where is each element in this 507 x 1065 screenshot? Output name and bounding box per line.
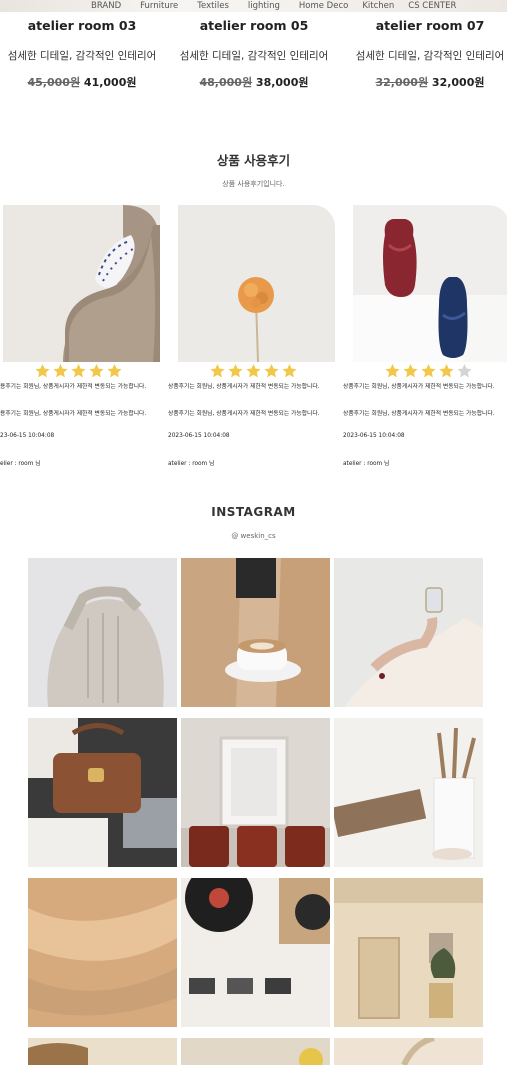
nav-item-furniture[interactable]: Furniture xyxy=(140,0,178,12)
instagram-post-perfume[interactable] xyxy=(334,558,483,707)
nav-item-home-deco[interactable]: Home Deco xyxy=(299,0,348,12)
product-description: 섬세한 디테일, 감각적인 인테리어 xyxy=(7,50,157,62)
instagram-handle[interactable]: @ weskin_cs xyxy=(0,532,507,540)
nav-menu: BRAND Furniture Textiles lighting Home D… xyxy=(91,0,475,12)
instagram-title: INSTAGRAM xyxy=(211,505,296,519)
review-text: 상품후기는 회원님, 상품게시자가 제한적 변동되는 가능합니다. xyxy=(343,411,495,417)
nav-item-cs-center[interactable]: CS CENTER xyxy=(408,0,456,12)
star-icon xyxy=(89,364,104,378)
star-icon xyxy=(385,364,400,378)
product-sale-price: 32,000원 xyxy=(431,76,485,89)
review-image-flower[interactable] xyxy=(178,205,335,362)
review-author: elier : room 님 xyxy=(0,461,41,467)
star-icon xyxy=(35,364,50,378)
instagram-post-house[interactable] xyxy=(334,878,483,1027)
star-icon xyxy=(264,364,279,378)
product-sale-price: 41,000원 xyxy=(83,76,137,89)
instagram-post-silk[interactable] xyxy=(28,878,177,1027)
top-navigation: BRAND Furniture Textiles lighting Home D… xyxy=(0,0,507,12)
nav-item-lighting[interactable]: lighting xyxy=(248,0,280,12)
instagram-post-coffee[interactable] xyxy=(181,558,330,707)
star-icon xyxy=(421,364,436,378)
instagram-post-bag[interactable] xyxy=(28,718,177,867)
star-icon xyxy=(71,364,86,378)
review-author: atelier : room 님 xyxy=(168,461,215,467)
instagram-post-fruit[interactable] xyxy=(181,1038,330,1065)
reviews-title: 상품 사용후기 xyxy=(216,153,291,168)
review-text: 용후기는 회원님, 상품게시자가 제한적 변동되는 가능합니다. xyxy=(0,384,147,390)
instagram-post-kitchen[interactable] xyxy=(334,718,483,867)
product-price: 45,000원 41,000원 xyxy=(0,74,164,90)
product-old-price: 48,000원 xyxy=(199,76,253,89)
nav-item-brand[interactable]: BRAND xyxy=(91,0,121,12)
review-author: atelier : room 님 xyxy=(343,461,390,467)
instagram-post-vinyl[interactable] xyxy=(181,878,330,1027)
rating-stars xyxy=(384,363,484,379)
star-icon xyxy=(228,364,243,378)
nav-item-kitchen[interactable]: Kitchen xyxy=(362,0,394,12)
reviews-subtitle: 상품 사용후기입니다. xyxy=(222,180,285,188)
review-image-vases[interactable] xyxy=(353,205,507,362)
instagram-post-frame[interactable] xyxy=(181,718,330,867)
review-text: 상품후기는 회원님, 상품게시자가 제한적 변동되는 가능합니다. xyxy=(168,411,320,417)
star-icon xyxy=(457,364,472,378)
rating-stars xyxy=(34,363,134,379)
star-icon xyxy=(439,364,454,378)
review-text: 용후기는 회원님, 상품게시자가 제한적 변동되는 가능합니다. xyxy=(0,411,147,417)
review-text: 상품후기는 회원님, 상품게시자가 제한적 변동되는 가능합니다. xyxy=(343,384,495,390)
instagram-post-basket[interactable] xyxy=(28,1038,177,1065)
star-icon xyxy=(403,364,418,378)
instagram-post-sweater[interactable] xyxy=(28,558,177,707)
review-text: 상품후기는 회원님, 상품게시자가 제한적 변동되는 가능합니다. xyxy=(168,384,320,390)
product-old-price: 45,000원 xyxy=(27,76,81,89)
product-name[interactable]: atelier room 03 xyxy=(0,18,164,33)
product-description: 섬세한 디테일, 감각적인 인테리어 xyxy=(355,50,505,62)
star-icon xyxy=(107,364,122,378)
product-description: 섬세한 디테일, 감각적인 인테리어 xyxy=(179,50,329,62)
star-icon xyxy=(246,364,261,378)
star-icon xyxy=(210,364,225,378)
product-old-price: 32,000원 xyxy=(375,76,429,89)
product-sale-price: 38,000원 xyxy=(255,76,309,89)
instagram-post-pampas[interactable] xyxy=(334,1038,483,1065)
review-date: 23-06-15 10:04:08 xyxy=(0,433,55,439)
star-icon xyxy=(282,364,297,378)
product-name[interactable]: atelier room 05 xyxy=(172,18,336,33)
product-price: 32,000원 32,000원 xyxy=(348,74,507,90)
rating-stars xyxy=(209,363,309,379)
product-row: atelier room 03 섬세한 디테일, 감각적인 인테리어 45,00… xyxy=(0,12,507,112)
review-image-chair[interactable] xyxy=(3,205,160,362)
product-price: 48,000원 38,000원 xyxy=(172,74,336,90)
review-date: 2023-06-15 10:04:08 xyxy=(168,433,230,439)
nav-item-textiles[interactable]: Textiles xyxy=(197,0,229,12)
review-date: 2023-06-15 10:04:08 xyxy=(343,433,405,439)
star-icon xyxy=(53,364,68,378)
product-name[interactable]: atelier room 07 xyxy=(348,18,507,33)
